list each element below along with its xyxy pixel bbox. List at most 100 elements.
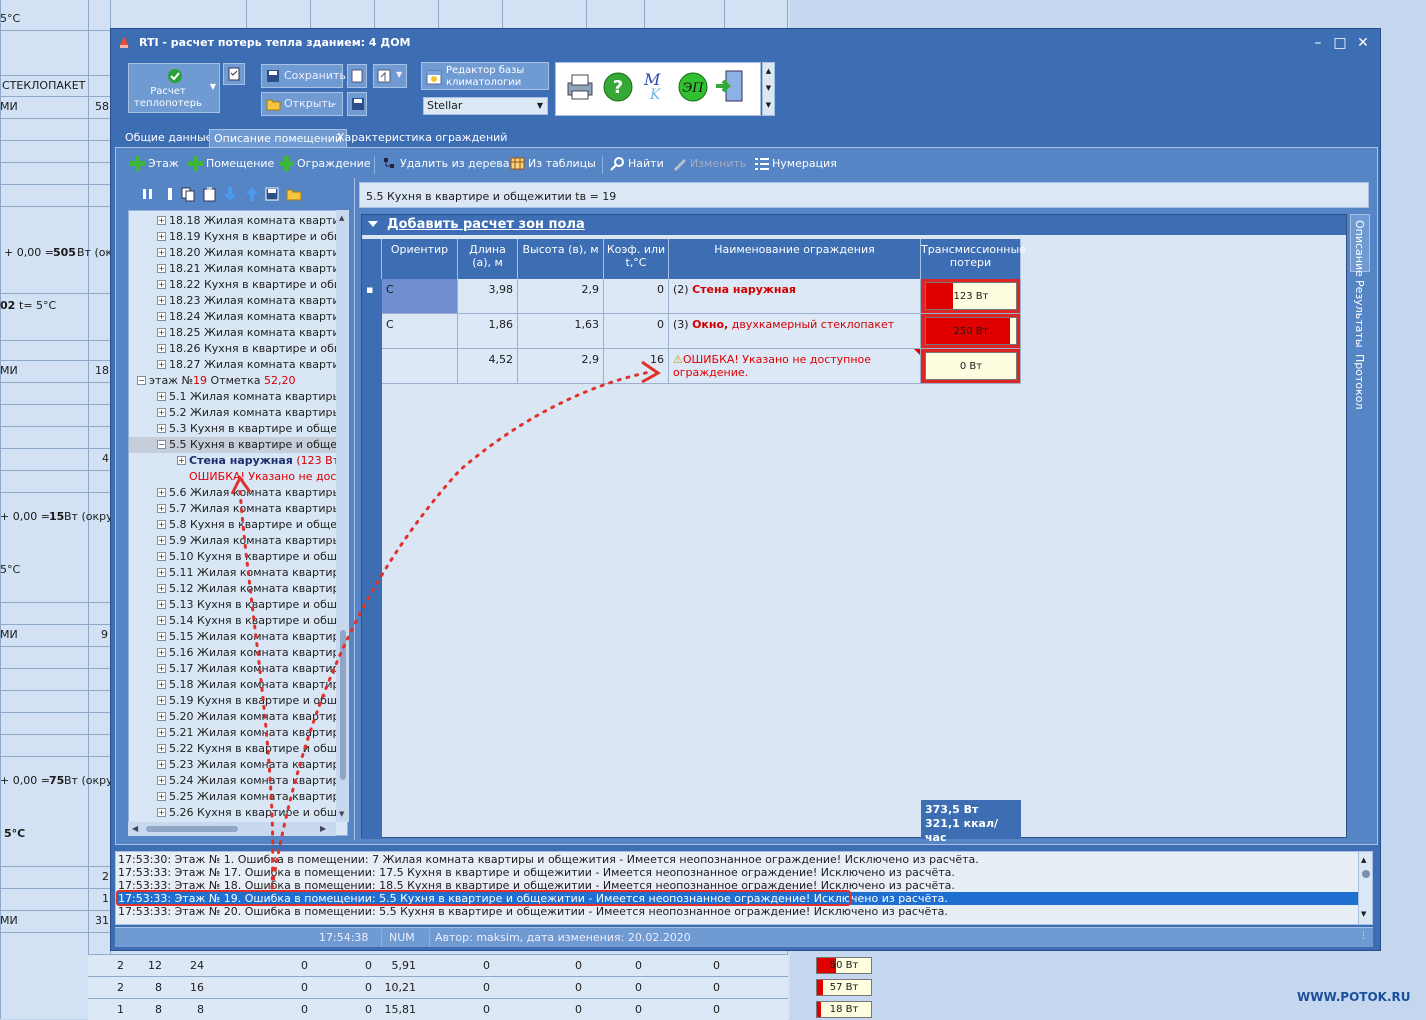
move-up-icon[interactable] bbox=[244, 186, 260, 202]
tree-item[interactable]: + Стена наружная (123 Вт) bbox=[129, 453, 347, 469]
tree-item[interactable]: +5.3 Кухня в квартире и общежи bbox=[129, 421, 347, 437]
save-button[interactable]: Сохранить bbox=[261, 64, 346, 88]
tree-item[interactable]: +5.25 Жилая комната квартиры bbox=[129, 789, 347, 805]
side-tab-results[interactable]: Результаты bbox=[1353, 280, 1366, 348]
folder-icon[interactable] bbox=[286, 186, 302, 202]
tree-item[interactable]: +5.12 Жилая комната квартиры bbox=[129, 581, 347, 597]
undo-button[interactable]: ▼ bbox=[373, 64, 407, 88]
help-icon[interactable]: ? bbox=[602, 71, 634, 103]
close-icon[interactable]: ✕ bbox=[1354, 34, 1372, 52]
tree-item[interactable]: +18.21 Жилая комната квартиры bbox=[129, 261, 347, 277]
tab-general[interactable]: Общие данные bbox=[121, 129, 216, 147]
paste-icon[interactable] bbox=[202, 186, 218, 202]
move-down-icon[interactable] bbox=[222, 186, 238, 202]
expand-plus-icon[interactable]: + bbox=[177, 456, 186, 465]
add-floor-zones-link[interactable]: Добавить расчет зон пола bbox=[362, 215, 1346, 235]
expand-plus-icon[interactable]: + bbox=[157, 424, 166, 433]
tree-item[interactable]: +18.26 Кухня в квартире и обще bbox=[129, 341, 347, 357]
expand-plus-icon[interactable]: + bbox=[157, 648, 166, 657]
tree-item[interactable]: +5.2 Жилая комната квартиры и bbox=[129, 405, 347, 421]
row-indicator[interactable] bbox=[362, 314, 382, 349]
expand-plus-icon[interactable]: + bbox=[157, 536, 166, 545]
minimize-icon[interactable]: – bbox=[1309, 34, 1327, 52]
row-indicator[interactable]: ▪ bbox=[362, 279, 382, 314]
collapse-minus-icon[interactable]: − bbox=[137, 376, 146, 385]
scroll-thumb[interactable] bbox=[146, 826, 238, 832]
gallery-scroll[interactable]: ▲ ▼ ▼ bbox=[762, 62, 775, 116]
col-header-losses[interactable]: Трансмиссионные потери bbox=[921, 239, 1026, 279]
tree-item[interactable]: +5.23 Жилая комната квартиры bbox=[129, 757, 347, 773]
tree-item[interactable]: +18.20 Жилая комната квартиры bbox=[129, 245, 347, 261]
tree-item[interactable]: +18.23 Жилая комната квартиры bbox=[129, 293, 347, 309]
expand-plus-icon[interactable]: + bbox=[157, 776, 166, 785]
expand-plus-icon[interactable]: + bbox=[157, 328, 166, 337]
tree-item[interactable]: +5.6 Жилая комната квартиры и bbox=[129, 485, 347, 501]
tree-item[interactable]: +5.19 Кухня в квартире и общеж bbox=[129, 693, 347, 709]
expand-plus-icon[interactable]: + bbox=[157, 248, 166, 257]
tree-item[interactable]: +5.13 Кухня в квартире и общеж bbox=[129, 597, 347, 613]
expand-plus-icon[interactable]: + bbox=[157, 296, 166, 305]
grid-cell[interactable]: 0 bbox=[604, 314, 669, 349]
add-floor-button[interactable]: Этаж bbox=[130, 156, 179, 171]
grid-cell[interactable]: 4,52 bbox=[458, 349, 518, 384]
expand-plus-icon[interactable]: + bbox=[157, 216, 166, 225]
numbering-button[interactable]: Нумерация bbox=[754, 157, 837, 170]
grid-cell[interactable]: 1,63 bbox=[518, 314, 604, 349]
printer-icon[interactable] bbox=[564, 73, 596, 101]
col-header-orient[interactable]: Ориентир bbox=[382, 239, 458, 279]
log-line-selected[interactable]: 17:53:33: Этаж № 19. Ошибка в помещении:… bbox=[118, 892, 1358, 905]
expand-plus-icon[interactable]: + bbox=[157, 728, 166, 737]
col-header-fence-name[interactable]: Наименование ограждения bbox=[669, 239, 921, 279]
tree-item[interactable]: +5.17 Жилая комната квартиры bbox=[129, 661, 347, 677]
grid-cell[interactable]: 16 bbox=[604, 349, 669, 384]
log-scrollbar[interactable]: ▲ ▼ bbox=[1358, 852, 1372, 924]
from-table-button[interactable]: Из таблицы bbox=[510, 157, 596, 170]
maximize-icon[interactable]: □ bbox=[1331, 34, 1349, 52]
tree-item[interactable]: +5.24 Жилая комната квартиры bbox=[129, 773, 347, 789]
fence-name-cell[interactable]: ⚠ОШИБКА! Указано не доступное ограждение… bbox=[669, 349, 921, 384]
tree-vertical-scrollbar[interactable]: ▲ ▼ bbox=[336, 210, 349, 822]
expand-plus-icon[interactable]: + bbox=[157, 600, 166, 609]
tree-item[interactable]: +5.11 Жилая комната квартиры bbox=[129, 565, 347, 581]
tree-item[interactable]: +5.14 Кухня в квартире и общеж bbox=[129, 613, 347, 629]
ep-logo-icon[interactable]: ЭП bbox=[676, 71, 710, 103]
resize-grip-icon[interactable]: ⋮ bbox=[1359, 931, 1368, 941]
expand-plus-icon[interactable]: + bbox=[157, 664, 166, 673]
grid-cell[interactable]: С bbox=[382, 314, 458, 349]
expand-plus-icon[interactable]: + bbox=[157, 584, 166, 593]
new-doc-button[interactable] bbox=[347, 64, 367, 88]
copy-icon[interactable] bbox=[180, 186, 196, 202]
grid-cell[interactable]: С bbox=[382, 279, 458, 314]
tree-item[interactable]: +5.26 Кухня в квартире и общеж bbox=[129, 805, 347, 821]
loss-cell[interactable]: 250 Вт bbox=[921, 314, 1021, 349]
tree-item[interactable]: +5.20 Жилая комната квартиры bbox=[129, 709, 347, 725]
collapse-minus-icon[interactable]: − bbox=[157, 440, 166, 449]
tab-rooms[interactable]: Описание помещений bbox=[209, 129, 347, 147]
tree-item[interactable]: +5.10 Кухня в квартире и общеж bbox=[129, 549, 347, 565]
col-header-height[interactable]: Высота (в), м bbox=[518, 239, 604, 279]
expand-plus-icon[interactable]: + bbox=[157, 264, 166, 273]
log-line[interactable]: 17:53:33: Этаж № 18. Ошибка в помещении:… bbox=[118, 879, 955, 892]
tree-horizontal-scrollbar[interactable]: ◀ ▶ bbox=[128, 822, 336, 836]
exit-icon[interactable] bbox=[714, 69, 746, 103]
scroll-thumb[interactable] bbox=[340, 630, 346, 780]
col-header-coef[interactable]: Коэф. или t,°C bbox=[604, 239, 669, 279]
expand-plus-icon[interactable]: + bbox=[157, 360, 166, 369]
col-header-length[interactable]: Длина (а), м bbox=[458, 239, 518, 279]
expand-plus-icon[interactable]: + bbox=[157, 712, 166, 721]
expand-plus-icon[interactable]: + bbox=[157, 680, 166, 689]
add-fence-button[interactable]: Ограждение bbox=[279, 156, 371, 171]
expand-plus-icon[interactable]: + bbox=[157, 568, 166, 577]
grid-cell[interactable]: 2,9 bbox=[518, 279, 604, 314]
expand-plus-icon[interactable]: + bbox=[157, 520, 166, 529]
tree-item[interactable]: +5.16 Жилая комната квартиры bbox=[129, 645, 347, 661]
side-tab-description[interactable]: Описание bbox=[1353, 220, 1366, 277]
grid-cell[interactable]: 0 bbox=[604, 279, 669, 314]
expand-plus-icon[interactable]: + bbox=[157, 232, 166, 241]
expand-plus-icon[interactable]: + bbox=[157, 760, 166, 769]
collapse-triangle-icon[interactable] bbox=[368, 221, 378, 227]
climate-db-editor-button[interactable]: Редактор базы климатологии bbox=[421, 62, 549, 90]
tree-item[interactable]: +5.8 Кухня в квартире и общежи bbox=[129, 517, 347, 533]
tree-item[interactable]: −5.5 Кухня в квартире и общежи bbox=[129, 437, 347, 453]
expand-plus-icon[interactable]: + bbox=[157, 808, 166, 817]
